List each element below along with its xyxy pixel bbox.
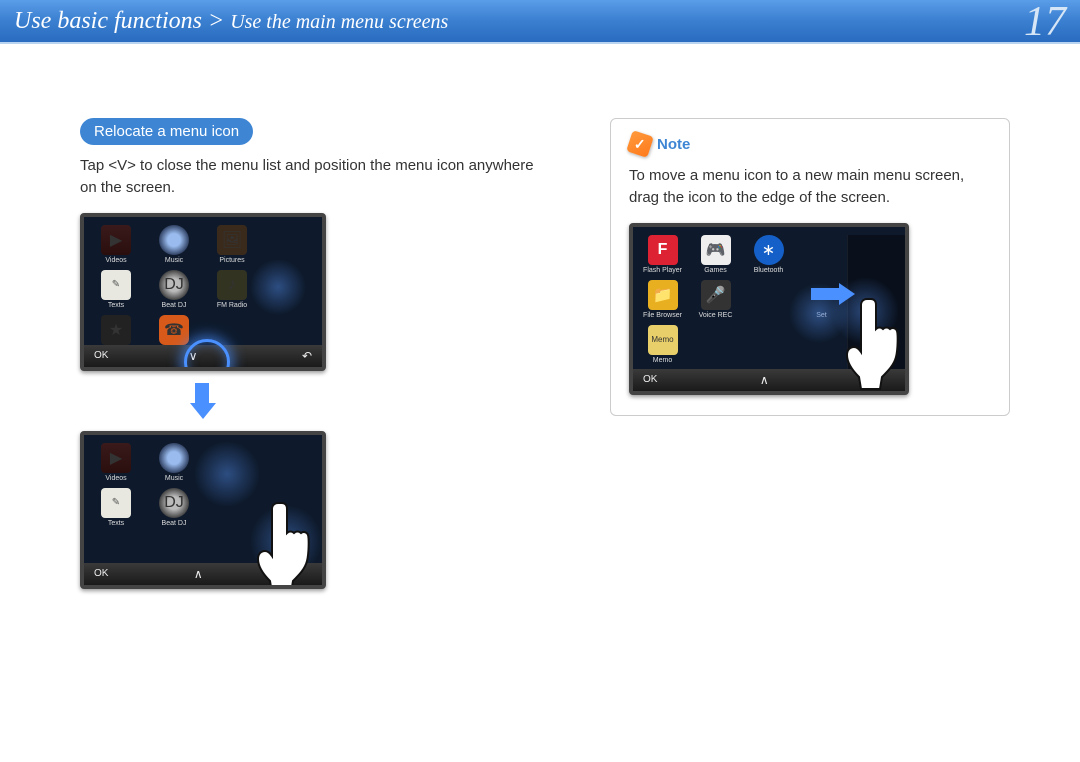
app-icon-graphic: 📁 — [648, 280, 678, 310]
note-label: Note — [657, 136, 690, 153]
page-number: 17 — [1024, 0, 1066, 46]
app-label: Memo — [653, 357, 672, 364]
app-grid-1: ▶ Videos Music 🖼 Pictures ✎ Texts DJ Beat DJ ♪ FM … — [84, 217, 322, 354]
app-icon-graphic: 🎮 — [701, 235, 731, 265]
app-label: Bluetooth — [754, 267, 784, 274]
app-icon: DJ Beat DJ — [148, 270, 200, 309]
note-header: Note — [629, 133, 991, 155]
app-icon-graphic: 🖼 — [217, 225, 247, 255]
app-grid-2: ▶ Videos Music ✎ Texts DJ Beat DJ — [84, 435, 322, 527]
app-icon: ♪ FM Radio — [206, 270, 258, 309]
app-label: Flash Player — [643, 267, 682, 274]
app-icon-graphic: DJ — [159, 270, 189, 300]
device-screen-2: ▶ Videos Music ✎ Texts DJ Beat DJ OK ∧ — [80, 431, 326, 589]
down-arrow-icon — [190, 383, 214, 419]
device-bottom-bar-2: OK ∧ — [84, 563, 322, 585]
app-label: Pictures — [219, 257, 244, 264]
device-bottom-bar-1: OK ∨ ↶ — [84, 345, 322, 367]
page-content: Relocate a menu icon Tap <V> to close th… — [0, 44, 1080, 589]
app-icon-graphic: ♪ — [217, 270, 247, 300]
app-icon-graphic: ☎ — [159, 315, 189, 345]
app-icon: ▶ Videos — [90, 225, 142, 264]
device-bottom-bar-note: OK ∧ — [633, 369, 905, 391]
app-label: Set — [816, 312, 827, 319]
app-label: Beat DJ — [162, 302, 187, 309]
chevron-up-icon: ∧ — [194, 567, 203, 581]
app-icon: 📁 File Browser — [639, 280, 686, 319]
section-title-pill: Relocate a menu icon — [80, 118, 253, 145]
app-icon-graphic: ✎ — [101, 488, 131, 518]
app-label: Texts — [108, 520, 124, 527]
app-icon: 🎮 Games — [692, 235, 739, 274]
note-check-icon — [626, 130, 654, 158]
app-label: Music — [165, 257, 183, 264]
app-icon: Memo Memo — [639, 325, 686, 364]
app-icon: ✎ Texts — [90, 270, 142, 309]
app-icon-graphic — [159, 225, 189, 255]
app-icon: ▶ Videos — [90, 443, 142, 482]
app-icon-graphic: ∗ — [754, 235, 784, 265]
app-icon: ∗ Bluetooth — [745, 235, 792, 274]
breadcrumb-main: Use basic functions — [14, 8, 202, 34]
device-screen-1: ▶ Videos Music 🖼 Pictures ✎ Texts DJ Beat DJ ♪ FM … — [80, 213, 326, 371]
note-box: Note To move a menu icon to a new main m… — [610, 118, 1010, 416]
app-icon-graphic: F — [648, 235, 678, 265]
app-icon — [745, 280, 792, 319]
app-label: FM Radio — [217, 302, 247, 309]
app-label: Voice REC — [699, 312, 733, 319]
app-label: Games — [704, 267, 727, 274]
device-screen-note: F Flash Player 🎮 Games ∗ Bluetooth 📁 File Brows… — [629, 223, 909, 395]
app-label: Videos — [105, 257, 126, 264]
breadcrumb: Use basic functions > Use the main menu … — [14, 8, 448, 35]
ok-label: OK — [643, 374, 657, 385]
app-icon-graphic: ▶ — [101, 225, 131, 255]
app-label: Music — [165, 475, 183, 482]
app-icon-graphic: 🎤 — [701, 280, 731, 310]
app-icon: Music — [148, 225, 200, 264]
app-icon-graphic: ✎ — [101, 270, 131, 300]
ok-label: OK — [94, 350, 108, 361]
app-icon — [206, 488, 258, 527]
breadcrumb-sub: Use the main menu screens — [230, 11, 448, 33]
chevron-down-icon: ∨ — [189, 349, 198, 363]
chevron-up-icon: ∧ — [760, 373, 769, 387]
app-icon — [798, 235, 845, 274]
app-icon: 🎤 Voice REC — [692, 280, 739, 319]
app-icon — [264, 270, 316, 309]
app-icon — [264, 225, 316, 264]
app-icon-graphic — [159, 443, 189, 473]
right-arrow-icon — [811, 283, 857, 305]
screens-sequence: ▶ Videos Music 🖼 Pictures ✎ Texts DJ Beat DJ ♪ FM … — [80, 213, 540, 589]
note-body-text: To move a menu icon to a new main menu s… — [629, 165, 991, 209]
app-icon — [264, 443, 316, 482]
app-label: File Browser — [643, 312, 682, 319]
app-icon — [206, 443, 258, 482]
instruction-text: Tap <V> to close the menu list and posit… — [80, 155, 540, 199]
app-icon: F Flash Player — [639, 235, 686, 274]
app-icon-graphic: ▶ — [101, 443, 131, 473]
app-icon: 🖼 Pictures — [206, 225, 258, 264]
page-header: Use basic functions > Use the main menu … — [0, 0, 1080, 44]
ok-label: OK — [94, 568, 108, 579]
app-icon-graphic: Memo — [648, 325, 678, 355]
left-column: Relocate a menu icon Tap <V> to close th… — [80, 118, 540, 589]
breadcrumb-sep: > — [202, 8, 230, 34]
app-icon-graphic: ★ — [101, 315, 131, 345]
app-label: Texts — [108, 302, 124, 309]
app-icon: DJ Beat DJ — [148, 488, 200, 527]
app-label: Videos — [105, 475, 126, 482]
app-icon-graphic: DJ — [159, 488, 189, 518]
back-icon: ↶ — [302, 349, 312, 363]
app-icon: Music — [148, 443, 200, 482]
app-icon: ✎ Texts — [90, 488, 142, 527]
app-label: Beat DJ — [162, 520, 187, 527]
